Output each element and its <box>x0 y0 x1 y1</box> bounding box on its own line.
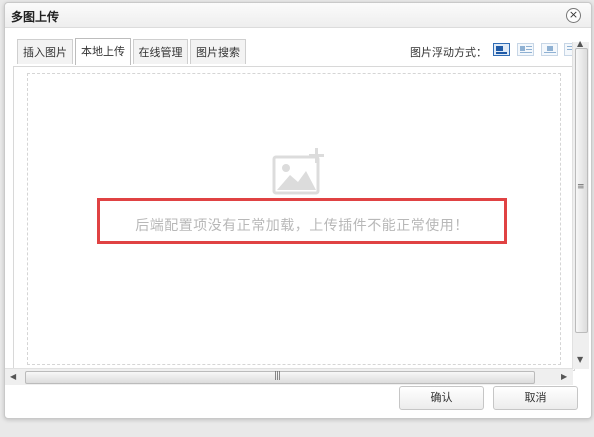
scroll-down-arrow-icon[interactable]: ▼ <box>577 355 583 364</box>
tab-online-manage[interactable]: 在线管理 <box>133 39 188 64</box>
tab-insert-image[interactable]: 插入图片 <box>17 39 73 64</box>
backend-config-error-message: 后端配置项没有正常加载，上传插件不能正常使用！ <box>135 218 469 234</box>
scroll-up-arrow-icon[interactable]: ▲ <box>577 39 583 48</box>
vertical-scrollbar[interactable]: ▲ ≡ ▼ <box>572 39 589 369</box>
horizontal-scrollbar[interactable]: ◀ ||| ▶ <box>5 368 573 385</box>
tab-local-upload[interactable]: 本地上传 <box>75 38 131 65</box>
horizontal-scroll-thumb[interactable]: ||| <box>25 371 535 384</box>
float-left-icon[interactable] <box>517 43 534 56</box>
grip-icon: ≡ <box>577 182 584 192</box>
dialog-titlebar[interactable]: 多图上传 × <box>5 3 591 28</box>
float-mode-label: 图片浮动方式： <box>410 46 487 59</box>
upload-dropzone[interactable]: 后端配置项没有正常加载，上传插件不能正常使用！ <box>27 73 561 365</box>
float-none-icon[interactable] <box>493 43 510 56</box>
confirm-button[interactable]: 确认 <box>399 386 484 410</box>
upload-panel: 后端配置项没有正常加载，上传插件不能正常使用！ <box>13 66 575 371</box>
multi-image-upload-dialog: 多图上传 × 插入图片 本地上传 在线管理 图片搜索 图片浮动方式： 后端配置项… <box>4 2 592 419</box>
image-add-icon <box>272 148 324 195</box>
close-icon[interactable]: × <box>566 8 581 23</box>
cancel-button[interactable]: 取消 <box>493 386 578 410</box>
scroll-right-arrow-icon[interactable]: ▶ <box>561 372 567 381</box>
tab-image-search[interactable]: 图片搜索 <box>190 39 246 64</box>
vertical-scroll-thumb[interactable]: ≡ <box>575 48 588 333</box>
grip-icon: ||| <box>274 371 281 381</box>
error-highlight-box: 后端配置项没有正常加载，上传插件不能正常使用！ <box>97 198 507 244</box>
dialog-title: 多图上传 <box>11 10 60 24</box>
scroll-left-arrow-icon[interactable]: ◀ <box>10 372 16 381</box>
float-center-icon[interactable] <box>541 43 558 56</box>
